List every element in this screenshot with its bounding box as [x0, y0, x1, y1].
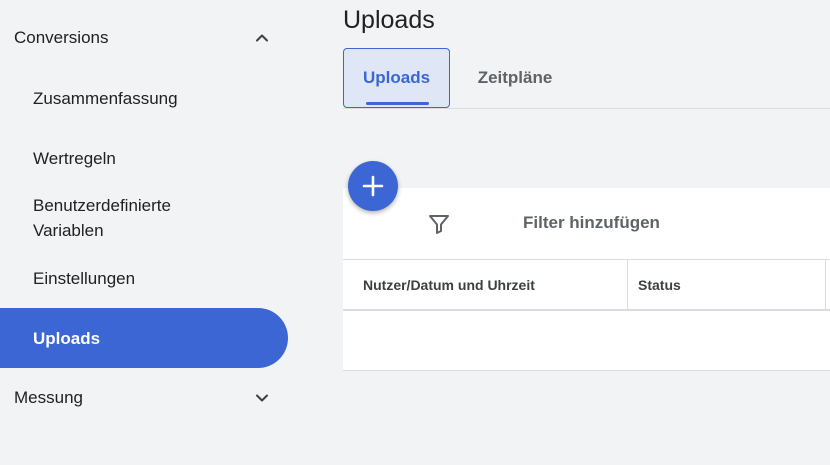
add-upload-button[interactable]	[348, 161, 398, 211]
add-filter-button[interactable]: Filter hinzufügen	[523, 213, 660, 233]
chevron-down-icon	[256, 394, 268, 402]
sidebar-item-zusammenfassung[interactable]: Zusammenfassung	[0, 86, 288, 111]
sidebar-item-einstellungen[interactable]: Einstellungen	[0, 266, 288, 291]
column-header-status[interactable]: Status	[628, 260, 826, 309]
sidebar: Conversions Zusammenfassung Wertregeln B…	[0, 0, 300, 465]
tab-uploads[interactable]: Uploads	[343, 48, 450, 108]
messung-section-header[interactable]: Messung	[0, 378, 290, 418]
sidebar-item-label: Benutzerdefinierte Variablen	[33, 196, 171, 240]
active-tab-indicator	[366, 102, 429, 105]
column-header-label: Nutzer/Datum und Uhrzeit	[363, 276, 535, 293]
sidebar-item-label: Einstellungen	[33, 269, 136, 288]
column-header-user-datetime[interactable]: Nutzer/Datum und Uhrzeit	[343, 260, 628, 309]
filter-icon[interactable]	[427, 212, 451, 236]
sidebar-item-label: Uploads	[33, 328, 101, 348]
tab-label: Zeitpläne	[477, 68, 553, 87]
column-header-label: Status	[638, 276, 681, 293]
sidebar-item-label: Zusammenfassung	[33, 89, 178, 108]
sidebar-item-uploads[interactable]: Uploads	[0, 308, 288, 368]
conversions-section-header[interactable]: Conversions	[0, 18, 290, 58]
uploads-table-card: Filter hinzufügen Nutzer/Datum und Uhrze…	[343, 188, 830, 371]
page-title: Uploads	[343, 6, 435, 34]
sidebar-item-label: Wertregeln	[33, 149, 116, 168]
chevron-up-icon	[256, 34, 268, 42]
sidebar-item-wertregeln[interactable]: Wertregeln	[0, 146, 288, 171]
table-empty-row	[343, 311, 830, 371]
messung-section-label: Messung	[14, 388, 83, 407]
tab-label: Uploads	[362, 68, 431, 87]
sidebar-item-benutzerdefinierte-variablen[interactable]: Benutzerdefinierte Variablen	[0, 193, 240, 243]
tab-zeitplaene[interactable]: Zeitpläne	[450, 48, 580, 108]
table-header: Nutzer/Datum und Uhrzeit Status	[343, 260, 830, 311]
filter-bar: Filter hinzufügen	[343, 188, 830, 260]
plus-icon	[362, 175, 384, 197]
conversions-section-label: Conversions	[14, 28, 109, 47]
tab-bar: Uploads Zeitpläne	[343, 48, 830, 109]
